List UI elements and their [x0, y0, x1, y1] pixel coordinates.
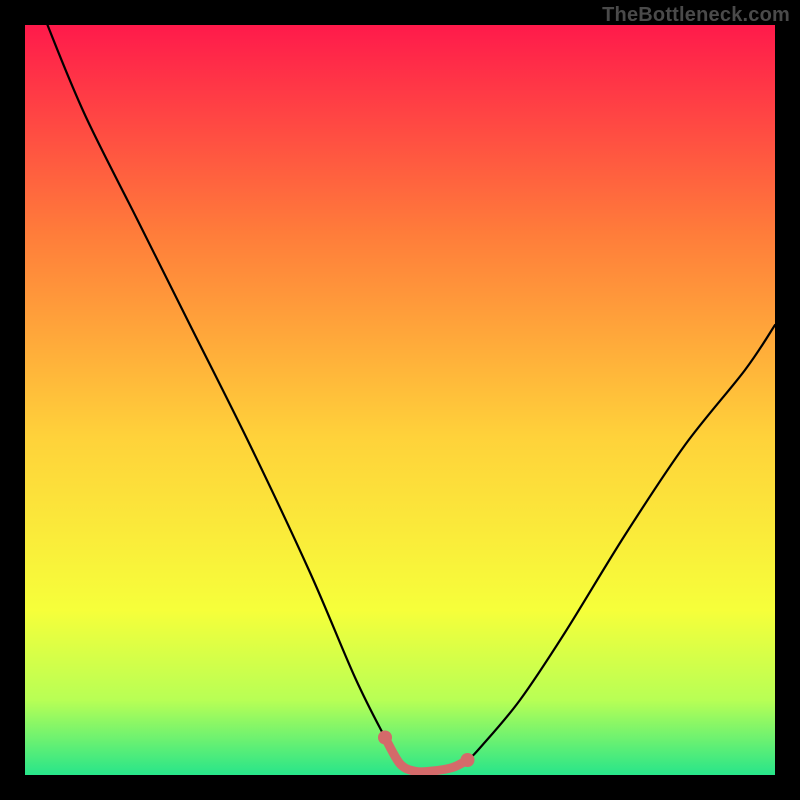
- optimal-range-end-marker: [461, 753, 475, 767]
- plot-area: [25, 25, 775, 775]
- chart-svg: [25, 25, 775, 775]
- gradient-background: [25, 25, 775, 775]
- watermark-text: TheBottleneck.com: [602, 4, 790, 27]
- optimal-range-start-marker: [378, 731, 392, 745]
- chart-frame: TheBottleneck.com: [0, 0, 800, 800]
